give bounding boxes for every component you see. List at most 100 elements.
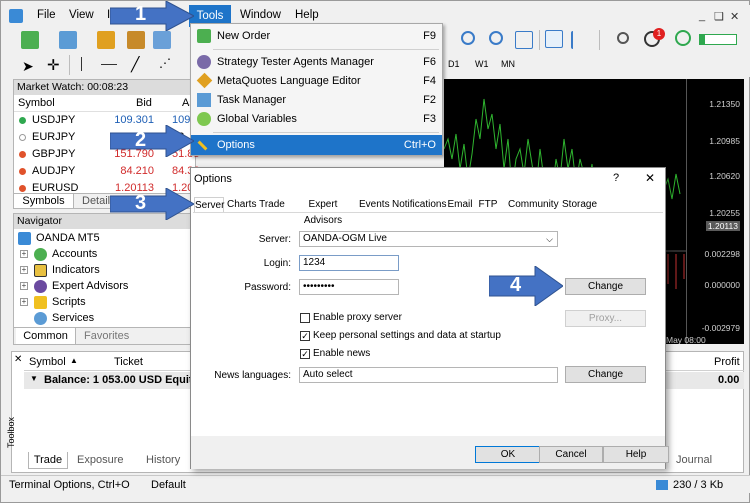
tab-trade[interactable]: Trade — [28, 452, 68, 469]
tab-notifications[interactable]: Notifications — [392, 197, 446, 213]
menu-view[interactable]: View — [69, 9, 94, 21]
dialog-close-button[interactable]: ✕ — [645, 171, 655, 185]
annotation-arrow-1: 1 — [109, 0, 196, 32]
signal-strength-bar — [699, 34, 737, 45]
expand-icon[interactable]: + — [20, 266, 28, 274]
news-languages-field[interactable]: Auto select — [299, 367, 558, 383]
chart-shift-icon[interactable] — [545, 30, 563, 48]
zoom-in-icon[interactable] — [461, 31, 475, 45]
tab-email[interactable]: Email — [447, 197, 473, 213]
market-row-audjpy[interactable]: AUDJPY 84.210 84.36 — [14, 163, 200, 180]
expand-icon[interactable]: + — [20, 250, 28, 258]
toolbox-label: Toolbox — [6, 416, 16, 448]
menu-item-label: Global Variables — [217, 113, 297, 125]
restore-button[interactable]: ❑ — [714, 10, 724, 23]
expand-icon[interactable]: + — [20, 298, 28, 306]
tab-journal[interactable]: Journal — [676, 454, 712, 466]
menu-item-shortcut: Ctrl+O — [403, 139, 436, 151]
navigator-icon[interactable] — [127, 31, 145, 49]
menu-item-options[interactable]: Options Ctrl+O — [191, 135, 442, 155]
timeframe-mn[interactable]: MN — [501, 59, 515, 69]
vertical-line-icon[interactable] — [81, 57, 82, 71]
timeframe-w1[interactable]: W1 — [475, 59, 489, 69]
enable-news-checkbox[interactable]: ✓ — [300, 349, 310, 359]
navigator-item-accounts[interactable]: + Accounts — [20, 247, 190, 262]
price-label: 1.20620 — [709, 171, 740, 181]
symbol-name: USDJPY — [32, 114, 76, 126]
change-news-languages-button[interactable]: Change — [565, 366, 646, 383]
down-marker-icon — [19, 185, 26, 192]
symbol-name: GBPJPY — [32, 148, 76, 160]
tab-history[interactable]: History — [146, 454, 180, 466]
tab-ftp[interactable]: FTP — [478, 197, 498, 213]
menu-item-language-editor[interactable]: MetaQuotes Language Editor F4 — [191, 71, 442, 91]
menu-item-shortcut: F4 — [423, 75, 436, 87]
indicator-label: 0.000000 — [704, 280, 740, 290]
menu-item-task-manager[interactable]: Task Manager F2 — [191, 90, 442, 110]
horizontal-line-icon[interactable] — [101, 64, 117, 65]
search-icon[interactable] — [617, 32, 629, 44]
close-toolbox-icon[interactable]: ✕ — [14, 354, 22, 365]
navigator-item-expert-advisors[interactable]: + Expert Advisors — [20, 279, 190, 294]
menu-item-shortcut: F2 — [423, 94, 436, 106]
server-select[interactable]: OANDA-OGM Live ⌵ — [299, 231, 558, 247]
fibonacci-icon[interactable]: ⋰ — [159, 56, 171, 70]
trendline-icon[interactable]: ╱ — [131, 56, 139, 73]
tab-expert-advisors[interactable]: Expert Advisors — [290, 197, 356, 226]
col-bid[interactable]: Bid — [136, 95, 152, 112]
annotation-arrow-2: 2 — [109, 124, 196, 158]
navigator-item-scripts[interactable]: + Scripts — [20, 295, 190, 310]
col-ticket[interactable]: Ticket — [114, 356, 143, 368]
lvl-icon[interactable] — [675, 30, 691, 46]
tab-community[interactable]: Community — [508, 197, 559, 213]
cancel-button[interactable]: Cancel — [539, 446, 603, 463]
annotation-arrow-3: 3 — [109, 187, 196, 221]
zoom-out-icon[interactable] — [489, 31, 503, 45]
proxy-checkbox[interactable] — [300, 313, 310, 323]
minimize-button[interactable]: _ — [699, 10, 705, 22]
tile-windows-icon[interactable] — [515, 31, 533, 49]
col-symbol[interactable]: Symbol — [29, 356, 66, 368]
change-password-button[interactable]: Change — [565, 278, 646, 295]
tab-storage[interactable]: Storage — [562, 197, 597, 213]
crosshair-icon[interactable]: ✛ — [47, 56, 60, 74]
indicator-label: -0.002979 — [701, 323, 740, 333]
collapse-icon[interactable]: ▼ — [30, 374, 38, 383]
ok-button[interactable]: OK — [475, 446, 541, 463]
expand-icon[interactable]: + — [20, 282, 28, 290]
menu-window[interactable]: Window — [240, 9, 281, 21]
tab-server[interactable]: Server — [194, 197, 224, 213]
login-field[interactable]: 1234 — [299, 255, 399, 271]
menu-file[interactable]: File — [37, 9, 56, 21]
password-field[interactable]: ••••••••• — [299, 279, 399, 295]
col-profit[interactable]: Profit — [714, 356, 740, 368]
navigator-item-services[interactable]: Services — [20, 311, 190, 326]
close-button[interactable]: ✕ — [730, 10, 739, 23]
tab-events[interactable]: Events — [359, 197, 390, 213]
menu-item-strategy-tester[interactable]: Strategy Tester Agents Manager F6 — [191, 52, 442, 72]
tab-favorites[interactable]: Favorites — [84, 328, 129, 344]
tab-trade[interactable]: Trade — [259, 197, 285, 213]
navigator-item-indicators[interactable]: + Indicators — [20, 263, 190, 278]
task-manager-icon — [197, 93, 211, 107]
tab-common[interactable]: Common — [16, 328, 76, 344]
market-watch-icon[interactable] — [97, 31, 115, 49]
autoscroll-icon[interactable] — [571, 31, 581, 49]
timeframe-d1[interactable]: D1 — [448, 59, 460, 69]
col-symbol[interactable]: Symbol — [18, 95, 55, 112]
navigator-item-label: Indicators — [52, 264, 100, 276]
menu-help[interactable]: Help — [295, 9, 319, 21]
menu-item-new-order[interactable]: New Order F9 — [191, 26, 442, 46]
new-chart-icon[interactable] — [21, 31, 39, 49]
cursor-icon[interactable]: ➤ — [22, 58, 34, 75]
profiles-icon[interactable] — [59, 31, 77, 49]
terminal-icon[interactable] — [153, 31, 171, 49]
dialog-help-button[interactable]: ? — [613, 172, 619, 184]
tab-charts[interactable]: Charts — [227, 197, 256, 213]
keep-settings-checkbox[interactable]: ✓ — [300, 331, 310, 341]
help-button[interactable]: Help — [603, 446, 669, 463]
tab-exposure[interactable]: Exposure — [77, 454, 123, 466]
tab-symbols[interactable]: Symbols — [14, 194, 74, 208]
proxy-button[interactable]: Proxy... — [565, 310, 646, 327]
menu-item-global-variables[interactable]: Global Variables F3 — [191, 109, 442, 129]
